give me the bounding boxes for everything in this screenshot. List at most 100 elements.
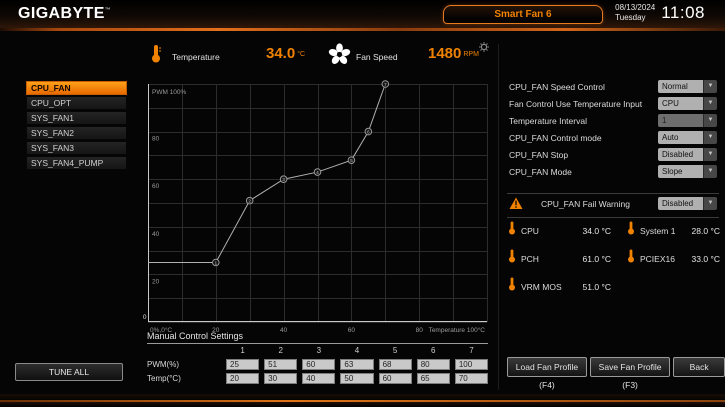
fan-curve-chart[interactable]: PWM 100%2040608000%,0°C20406080Temperatu… [148, 84, 487, 336]
curve-point-5[interactable]: 5 [348, 157, 355, 164]
date-text: 08/13/2024 [615, 3, 655, 13]
column-header: 3 [302, 346, 335, 356]
manual-value-cell[interactable]: 51 [264, 359, 297, 370]
setting-dropdown[interactable]: Slope▼ [658, 165, 717, 178]
sensor-value: 61.0 °C [573, 254, 611, 264]
thermometer-icon [150, 44, 162, 63]
setting-row: CPU_FAN Mode Slope▼ [509, 165, 717, 179]
setting-label: CPU_FAN Stop [509, 150, 568, 160]
setting-label: CPU_FAN Speed Control [509, 82, 605, 92]
svg-text:6: 6 [367, 130, 370, 136]
sidebar-item-cpu_opt[interactable]: CPU_OPT [26, 96, 127, 110]
manual-value-cell[interactable]: 70 [455, 373, 488, 384]
manual-value-cell[interactable]: 68 [379, 359, 412, 370]
setting-dropdown[interactable]: CPU▼ [658, 97, 717, 110]
fan-channel-list: CPU_FANCPU_OPTSYS_FAN1SYS_FAN2SYS_FAN3SY… [26, 81, 127, 171]
manual-value-cell[interactable]: 20 [226, 373, 259, 384]
load-fan-profile-button[interactable]: Load Fan Profile (F4) [507, 357, 587, 377]
curve-point-7[interactable]: 7 [382, 81, 389, 88]
thermometer-icon [508, 249, 516, 263]
manual-settings-grid: 1234567PWM(%)255160636880100Temp(°C)2030… [147, 346, 488, 384]
column-header: 7 [455, 346, 488, 356]
manual-value-cell[interactable]: 80 [417, 359, 450, 370]
fan-curve-line [148, 84, 385, 263]
sensor-label: System 1 [640, 226, 686, 236]
manual-value-cell[interactable]: 30 [264, 373, 297, 384]
back-button[interactable]: Back [673, 357, 725, 377]
gear-icon[interactable] [479, 42, 489, 52]
svg-text:60: 60 [152, 183, 160, 190]
setting-dropdown[interactable]: 1▼ [658, 114, 717, 127]
thermometer-icon [627, 221, 635, 235]
svg-text:3: 3 [282, 177, 285, 183]
curve-point-1[interactable]: 1 [213, 259, 220, 266]
fail-warning-row: CPU_FAN Fail Warning Disabled ▼ [509, 197, 717, 211]
curve-point-2[interactable]: 2 [246, 197, 253, 204]
fail-warning-dropdown[interactable]: Disabled ▼ [658, 197, 717, 210]
manual-value-cell[interactable]: 63 [340, 359, 373, 370]
setting-label: CPU_FAN Mode [509, 167, 572, 177]
svg-text:0: 0 [143, 314, 147, 321]
curve-point-3[interactable]: 3 [280, 176, 287, 183]
sidebar-item-sys_fan4_pump[interactable]: SYS_FAN4_PUMP [26, 156, 127, 170]
sidebar-item-sys_fan2[interactable]: SYS_FAN2 [26, 126, 127, 140]
datetime: 08/13/2024Tuesday 11:08 [615, 3, 705, 23]
chevron-down-icon: ▼ [703, 197, 717, 210]
setting-value: 1 [658, 114, 703, 127]
day-text: Tuesday [615, 13, 655, 23]
manual-value-cell[interactable]: 60 [379, 373, 412, 384]
column-header: 1 [226, 346, 259, 356]
manual-value-cell[interactable]: 60 [302, 359, 335, 370]
setting-value: Slope [658, 165, 703, 178]
thermometer-icon [627, 249, 635, 263]
setting-row: Temperature Interval 1▼ [509, 114, 717, 128]
tune-all-button[interactable]: TUNE ALL [15, 363, 123, 381]
tab-smart-fan-6[interactable]: Smart Fan 6 [443, 5, 603, 24]
svg-text:4: 4 [316, 170, 319, 176]
fan-settings-panel: CPU_FAN Speed ControlNormal▼Fan Control … [498, 44, 725, 390]
save-fan-profile-button[interactable]: Save Fan Profile (F3) [590, 357, 670, 377]
svg-text:1: 1 [214, 260, 217, 266]
fail-warning-value: Disabled [658, 197, 703, 210]
column-header: 2 [264, 346, 297, 356]
svg-text:7: 7 [384, 82, 387, 88]
thermometer-icon-cell [508, 277, 521, 296]
trademark-symbol: ™ [105, 8, 111, 14]
setting-dropdown[interactable]: Normal▼ [658, 80, 717, 93]
thermometer-icon [508, 221, 516, 235]
setting-value: Auto [658, 131, 703, 144]
sensor-label: VRM MOS [521, 282, 573, 292]
setting-row: CPU_FAN Control mode Auto▼ [509, 131, 717, 145]
sidebar-item-sys_fan1[interactable]: SYS_FAN1 [26, 111, 127, 125]
manual-value-cell[interactable]: 25 [226, 359, 259, 370]
fan-icon [328, 43, 351, 66]
separator [507, 193, 719, 194]
manual-value-cell[interactable]: 65 [417, 373, 450, 384]
sensor-label: PCIEX16 [640, 254, 686, 264]
svg-text:2: 2 [248, 199, 251, 205]
setting-dropdown[interactable]: Auto▼ [658, 131, 717, 144]
manual-value-cell[interactable]: 100 [455, 359, 488, 370]
chevron-down-icon: ▼ [703, 80, 717, 93]
chevron-down-icon: ▼ [703, 165, 717, 178]
thermometer-icon-cell [627, 249, 640, 268]
setting-label: Temperature Interval [509, 116, 587, 126]
curve-point-6[interactable]: 6 [365, 128, 372, 135]
manual-value-cell[interactable]: 50 [340, 373, 373, 384]
sidebar-item-sys_fan3[interactable]: SYS_FAN3 [26, 141, 127, 155]
setting-dropdown[interactable]: Disabled▼ [658, 148, 717, 161]
curve-point-4[interactable]: 4 [314, 169, 321, 176]
y-axis-top-label: PWM 100% [152, 89, 187, 96]
column-header: 4 [340, 346, 373, 356]
sidebar-item-cpu_fan[interactable]: CPU_FAN [26, 81, 127, 95]
top-bar: GIGABYTE™ Smart Fan 6 08/13/2024Tuesday … [0, 0, 725, 28]
sensor-label: PCH [521, 254, 573, 264]
row-label: PWM(%) [147, 359, 221, 370]
manual-value-cell[interactable]: 40 [302, 373, 335, 384]
svg-text:20: 20 [152, 278, 160, 285]
setting-row: CPU_FAN Stop Disabled▼ [509, 148, 717, 162]
setting-value: Disabled [658, 148, 703, 161]
setting-label: CPU_FAN Control mode [509, 133, 602, 143]
chevron-down-icon: ▼ [703, 148, 717, 161]
sensor-value: 28.0 °C [686, 226, 720, 236]
